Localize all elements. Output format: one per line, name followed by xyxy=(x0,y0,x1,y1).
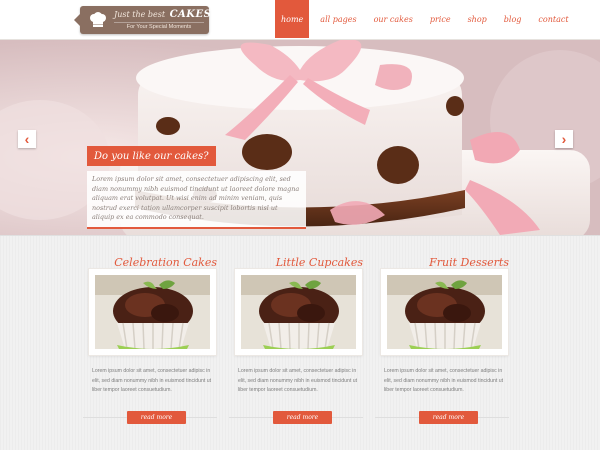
feature-description: Lorem ipsum dolor sit amet, consectetuer… xyxy=(384,368,504,394)
feature-card-celebration-cakes: Celebration Cakes Lorem ipsum dolor sit … xyxy=(83,236,217,450)
read-more-button[interactable]: read more xyxy=(273,411,332,424)
logo-brand: CAKES xyxy=(169,9,212,20)
feature-title[interactable]: Little Cupcakes xyxy=(276,256,363,269)
chevron-left-icon: ‹ xyxy=(24,131,30,147)
logo-subtitle: For Your Special Moments xyxy=(114,22,204,30)
hero-slider: ‹ › Do you like our cakes? Lorem ipsum d… xyxy=(0,40,600,235)
logo-tagline-text: Just the best xyxy=(114,10,166,19)
slider-next-button[interactable]: › xyxy=(555,130,573,148)
hero-caption-text: Lorem ipsum dolor sit amet, consectetuer… xyxy=(87,171,306,229)
header: Just the best CAKES For Your Special Mom… xyxy=(0,0,600,40)
features-section: Celebration Cakes Lorem ipsum dolor sit … xyxy=(0,235,600,450)
hero-caption-title: Do you like our cakes? xyxy=(87,146,216,166)
read-more-button[interactable]: read more xyxy=(419,411,478,424)
feature-card-little-cupcakes: Little Cupcakes Lorem ipsum dolor sit am… xyxy=(229,236,363,450)
nav-item-shop[interactable]: shop xyxy=(462,0,493,38)
read-more-button[interactable]: read more xyxy=(127,411,186,424)
chevron-right-icon: › xyxy=(561,131,567,147)
nav-item-all-pages[interactable]: all pages xyxy=(314,0,362,38)
cupcake-image xyxy=(241,275,356,349)
nav-item-our-cakes[interactable]: our cakes xyxy=(368,0,419,38)
feature-image-frame[interactable] xyxy=(235,269,362,355)
nav-item-price[interactable]: price xyxy=(424,0,457,38)
feature-description: Lorem ipsum dolor sit amet, consectetuer… xyxy=(238,368,358,394)
feature-card-fruit-desserts: Fruit Desserts Lorem ipsum dolor sit ame… xyxy=(375,236,509,450)
cupcake-image xyxy=(95,275,210,349)
logo[interactable]: Just the best CAKES For Your Special Mom… xyxy=(74,6,211,34)
nav-item-home[interactable]: home xyxy=(275,0,310,38)
feature-image-frame[interactable] xyxy=(89,269,216,355)
feature-title[interactable]: Fruit Desserts xyxy=(429,256,509,269)
feature-description: Lorem ipsum dolor sit amet, consectetuer… xyxy=(92,368,212,394)
feature-title[interactable]: Celebration Cakes xyxy=(114,256,217,269)
slider-prev-button[interactable]: ‹ xyxy=(18,130,36,148)
nav-item-contact[interactable]: contact xyxy=(532,0,574,38)
page: Just the best CAKES For Your Special Mom… xyxy=(0,0,600,450)
main-nav: home all pages our cakes price shop blog… xyxy=(275,0,580,38)
cupcake-image xyxy=(387,275,502,349)
logo-tagline: Just the best CAKES xyxy=(114,9,211,20)
chef-hat-icon xyxy=(90,12,106,27)
feature-image-frame[interactable] xyxy=(381,269,508,355)
nav-item-blog[interactable]: blog xyxy=(498,0,528,38)
